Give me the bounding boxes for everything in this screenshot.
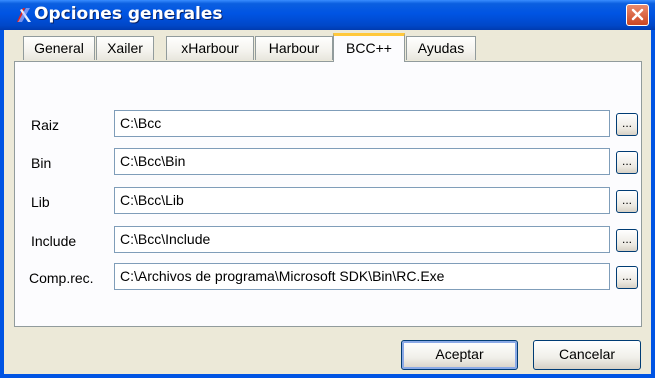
label-lib: Lib [31, 194, 50, 210]
include-browse-button[interactable]: ... [616, 229, 638, 252]
comp-rec-input[interactable]: C:\Archivos de programa\Microsoft SDK\Bi… [114, 263, 610, 290]
close-icon [631, 8, 644, 21]
tab-harbour[interactable]: Harbour [255, 36, 333, 60]
xailer-icon [17, 8, 31, 22]
options-dialog: Opciones generales General Xailer xHarbo… [0, 0, 655, 378]
include-input[interactable]: C:\Bcc\Include [114, 226, 610, 253]
comp-rec-browse-button[interactable]: ... [616, 266, 638, 289]
label-bin: Bin [31, 155, 52, 171]
raiz-input[interactable]: C:\Bcc [114, 110, 610, 137]
tab-ayudas[interactable]: Ayudas [406, 36, 476, 60]
title-bar[interactable]: Opciones generales [0, 0, 655, 30]
tab-general[interactable]: General [23, 36, 95, 60]
tab-xharbour[interactable]: xHarbour [166, 36, 254, 60]
raiz-browse-button[interactable]: ... [616, 113, 638, 136]
lib-browse-button[interactable]: ... [616, 190, 638, 213]
lib-input[interactable]: C:\Bcc\Lib [114, 187, 610, 214]
bin-input[interactable]: C:\Bcc\Bin [114, 148, 610, 175]
window-frame-bottom [0, 374, 655, 378]
cancel-button[interactable]: Cancelar [533, 340, 641, 370]
accept-button[interactable]: Aceptar [401, 340, 518, 370]
label-raiz: Raiz [31, 117, 60, 133]
close-button[interactable] [626, 4, 649, 26]
tab-bcc[interactable]: BCC++ [333, 33, 405, 62]
tab-xailer[interactable]: Xailer [96, 36, 154, 60]
label-comp-rec: Comp.rec. [29, 270, 94, 286]
bin-browse-button[interactable]: ... [616, 151, 638, 174]
window-title: Opciones generales [34, 4, 223, 24]
window-frame-right [651, 30, 655, 378]
label-include: Include [31, 233, 77, 249]
